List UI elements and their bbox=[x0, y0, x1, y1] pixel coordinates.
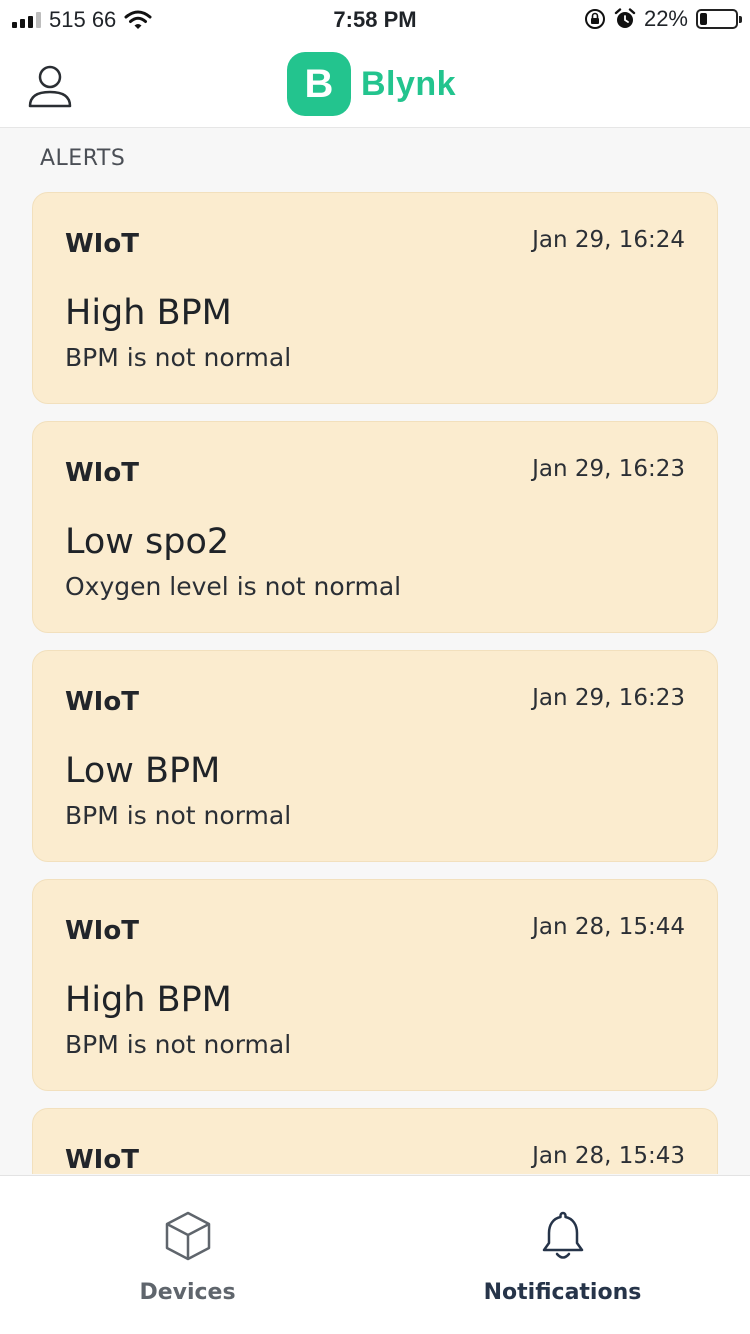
blynk-logo: B Blynk bbox=[287, 52, 456, 116]
app-name: Blynk bbox=[361, 64, 457, 103]
alert-source: WIoT bbox=[65, 916, 139, 946]
tab-label: Devices bbox=[139, 1280, 236, 1305]
alert-card[interactable]: WIoT Jan 28, 15:43 bbox=[32, 1108, 718, 1174]
bell-icon bbox=[542, 1211, 583, 1259]
rotation-lock-icon bbox=[584, 9, 605, 29]
profile-button[interactable] bbox=[24, 60, 76, 112]
section-title: ALERTS bbox=[40, 146, 126, 171]
alert-message: BPM is not normal bbox=[65, 801, 292, 830]
alert-timestamp: Jan 29, 16:23 bbox=[532, 685, 685, 711]
alert-card[interactable]: WIoT Jan 28, 15:44 High BPM BPM is not n… bbox=[32, 879, 718, 1091]
tab-label: Notifications bbox=[483, 1280, 642, 1305]
alert-title: High BPM bbox=[65, 980, 232, 1020]
alert-title: High BPM bbox=[65, 293, 232, 333]
user-icon bbox=[28, 65, 72, 108]
alert-title: Low spo2 bbox=[65, 522, 230, 562]
alert-timestamp: Jan 29, 16:24 bbox=[532, 227, 685, 253]
alarm-icon bbox=[614, 8, 636, 28]
alert-card[interactable]: WIoT Jan 29, 16:23 Low BPM BPM is not no… bbox=[32, 650, 718, 862]
tab-devices[interactable]: Devices bbox=[0, 1176, 375, 1334]
logo-mark: B bbox=[287, 52, 351, 116]
alert-timestamp: Jan 29, 16:23 bbox=[532, 456, 685, 482]
battery-percent: 22% bbox=[643, 6, 688, 31]
status-bar: 515 66 7:58 PM 22% bbox=[0, 0, 750, 40]
alert-source: WIoT bbox=[65, 229, 139, 259]
alerts-list: WIoT Jan 29, 16:24 High BPM BPM is not n… bbox=[32, 192, 718, 1174]
alert-card[interactable]: WIoT Jan 29, 16:24 High BPM BPM is not n… bbox=[32, 192, 718, 404]
alert-message: BPM is not normal bbox=[65, 1030, 292, 1059]
alert-timestamp: Jan 28, 15:44 bbox=[532, 914, 685, 940]
app-header: B Blynk bbox=[0, 40, 750, 128]
alert-message: BPM is not normal bbox=[65, 343, 292, 372]
alert-message: Oxygen level is not normal bbox=[65, 572, 402, 601]
alert-timestamp: Jan 28, 15:43 bbox=[532, 1143, 685, 1169]
alert-source: WIoT bbox=[65, 1145, 139, 1174]
tab-notifications[interactable]: Notifications bbox=[375, 1176, 750, 1334]
alert-source: WIoT bbox=[65, 458, 139, 488]
battery-icon bbox=[696, 9, 742, 29]
alert-card[interactable]: WIoT Jan 29, 16:23 Low spo2 Oxygen level… bbox=[32, 421, 718, 633]
cube-icon bbox=[165, 1211, 210, 1261]
tab-bar: Devices Notifications bbox=[0, 1175, 750, 1334]
alert-source: WIoT bbox=[65, 687, 139, 717]
alert-title: Low BPM bbox=[65, 751, 221, 791]
